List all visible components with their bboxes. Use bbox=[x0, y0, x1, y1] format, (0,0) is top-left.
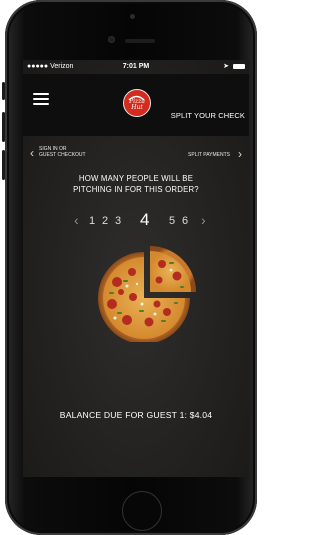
earpiece-speaker bbox=[125, 39, 155, 43]
people-option[interactable]: 3 bbox=[115, 215, 121, 227]
battery-icon bbox=[233, 63, 245, 69]
picker-next-icon[interactable]: › bbox=[201, 212, 206, 228]
people-option[interactable]: 1 bbox=[89, 215, 95, 227]
volume-down-button bbox=[2, 150, 5, 180]
app-screen: ●●●●● Verizon 7:01 PM ➤ Pizza Hut SPLIT … bbox=[23, 60, 249, 477]
people-question: HOW MANY PEOPLE WILL BE PITCHING IN FOR … bbox=[23, 173, 249, 195]
status-icons: ➤ bbox=[223, 60, 245, 74]
forward-link[interactable]: SPLIT PAYMENTS › bbox=[172, 146, 242, 160]
mute-switch bbox=[2, 82, 5, 100]
page-title: SPLIT YOUR CHECK bbox=[170, 111, 245, 120]
pizza-hut-logo[interactable]: Pizza Hut bbox=[123, 89, 151, 117]
home-button[interactable] bbox=[122, 491, 162, 531]
pizza-slice bbox=[150, 246, 196, 292]
status-time: 7:01 PM bbox=[122, 63, 150, 70]
status-bar: ●●●●● Verizon 7:01 PM ➤ bbox=[23, 60, 249, 74]
back-label-line2: GUEST CHECKOUT bbox=[39, 152, 86, 158]
picker-prev-icon[interactable]: ‹ bbox=[74, 212, 79, 228]
location-icon: ➤ bbox=[223, 63, 230, 70]
front-camera bbox=[108, 36, 115, 43]
question-line1: HOW MANY PEOPLE WILL BE bbox=[78, 174, 194, 183]
logo-wordmark: Pizza Hut bbox=[129, 98, 145, 111]
hamburger-menu-icon[interactable] bbox=[33, 93, 49, 106]
people-option-selected[interactable]: 4 bbox=[140, 210, 149, 230]
people-count-picker: ‹ 1 2 3 4 5 6 › bbox=[23, 210, 249, 234]
checkout-subnav: ‹ SIGN IN OR GUEST CHECKOUT SPLIT PAYMEN… bbox=[23, 142, 249, 166]
people-option[interactable]: 2 bbox=[102, 215, 108, 227]
balance-due: BALANCE DUE FOR GUEST 1: $4.04 bbox=[59, 410, 213, 420]
people-option[interactable]: 5 bbox=[169, 215, 175, 227]
chevron-right-icon: › bbox=[238, 147, 242, 161]
question-line2: PITCHING IN FOR THIS ORDER? bbox=[73, 185, 199, 194]
volume-up-button bbox=[2, 112, 5, 142]
pizza-illustration bbox=[98, 246, 196, 342]
sensor-dot bbox=[130, 14, 135, 19]
chevron-left-icon: ‹ bbox=[30, 146, 34, 160]
forward-label: SPLIT PAYMENTS bbox=[188, 152, 230, 158]
people-option[interactable]: 6 bbox=[182, 215, 188, 227]
app-header: Pizza Hut SPLIT YOUR CHECK bbox=[23, 74, 249, 136]
